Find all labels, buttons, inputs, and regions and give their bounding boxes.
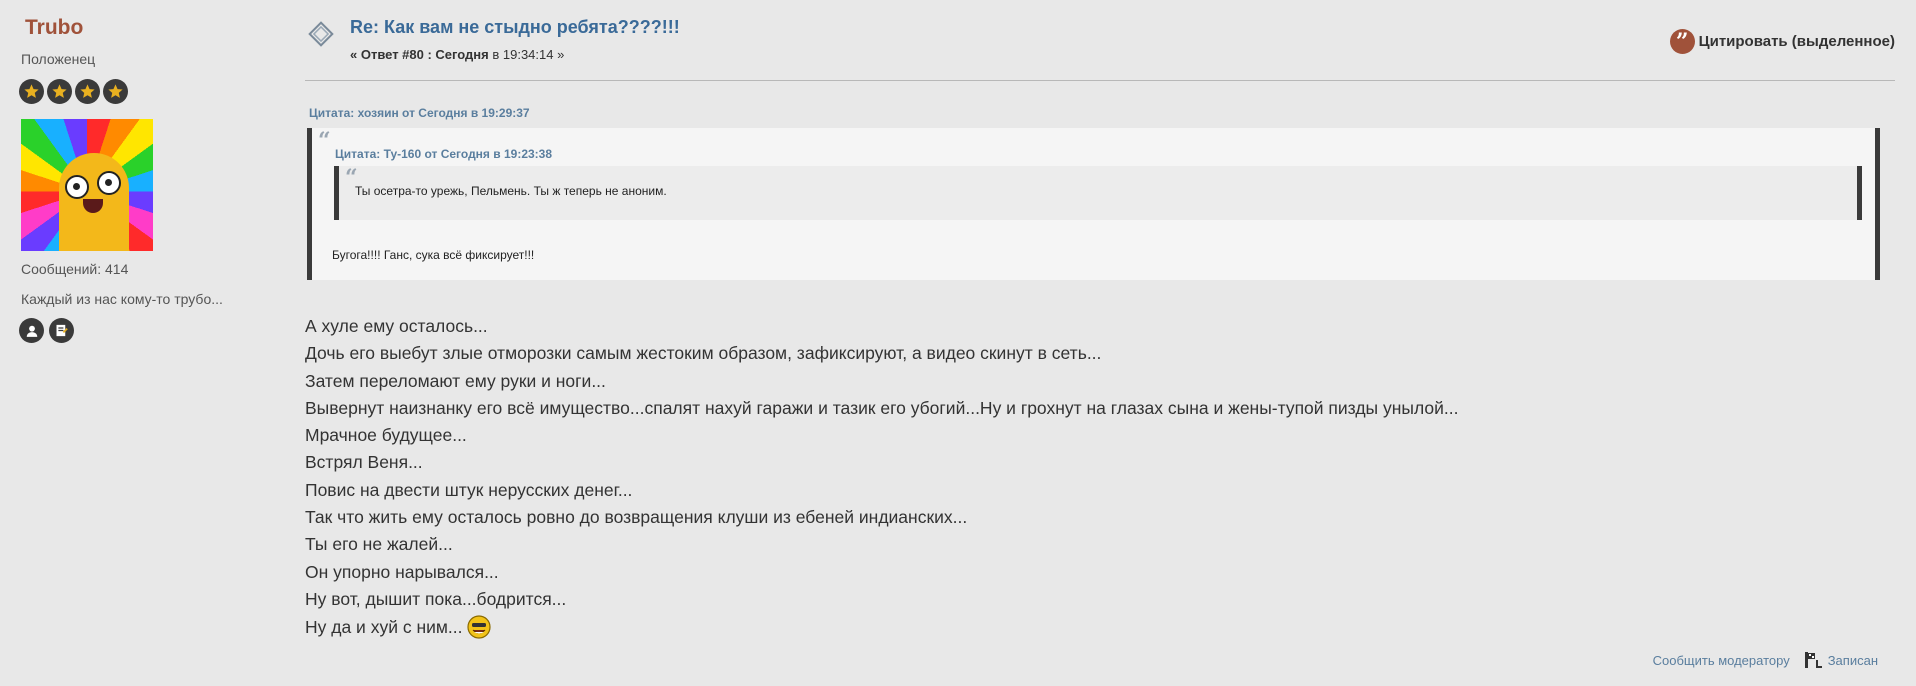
body-line: Ты его не жалей... xyxy=(305,534,453,555)
body-line: Дочь его выебут злые отморозки самым жес… xyxy=(305,343,1102,364)
quote-icon: ” xyxy=(1669,29,1695,54)
body-line: Повис на двести штук нерусских денег... xyxy=(305,479,633,500)
avatar xyxy=(21,119,153,251)
post-footer: Сообщить модератору Записан xyxy=(1653,651,1878,669)
smiley-icon xyxy=(466,613,492,639)
star-icon xyxy=(103,79,128,104)
post-count: Сообщений: 414 xyxy=(21,261,129,277)
post-title[interactable]: Re: Как вам не стыдно ребята????!!! xyxy=(350,17,680,38)
body-line: А хуле ему осталось... xyxy=(305,316,488,336)
outer-quote: “ Цитата: Ту-160 от Сегодня в 19:23:38 “… xyxy=(307,128,1880,280)
body-line-last: Ну да и хуй с ним... xyxy=(305,613,1458,641)
star-icon xyxy=(19,79,44,104)
body-line: Затем переломают ему руки и ноги... xyxy=(305,370,606,391)
report-to-moderator-link[interactable]: Сообщить модератору xyxy=(1653,653,1790,668)
divider xyxy=(305,80,1895,81)
avatar-eye xyxy=(97,171,121,195)
body-line: Он упорно нарывался... xyxy=(305,561,499,582)
logged-label: Записан xyxy=(1827,652,1878,668)
rank-stars xyxy=(19,79,128,104)
inner-quote-header[interactable]: Цитата: Ту-160 от Сегодня в 19:23:38 xyxy=(335,147,552,161)
body-line: Вывернут наизнанку его всё имущество...с… xyxy=(305,397,1459,418)
star-icon xyxy=(47,79,72,104)
body-line: Ну вот, дышит пока...бодрится... xyxy=(305,588,567,609)
personal-message-icon[interactable] xyxy=(49,318,74,343)
star-icon xyxy=(75,79,100,104)
poster-name[interactable]: Trubo xyxy=(25,16,83,40)
poster-sidebar: Trubo Положенец Сообщений: 414 Каждый из… xyxy=(0,0,290,686)
quote-button-label: Цитировать (выделенное) xyxy=(1698,33,1895,50)
inner-quote: “ Ты осетра-то урежь, Пельмень. Ты ж теп… xyxy=(334,166,1862,220)
quote-selected-button[interactable]: ” Цитировать (выделенное) xyxy=(1669,29,1895,54)
avatar-eye xyxy=(65,175,89,199)
post-time: в 19:34:14 » xyxy=(488,47,565,62)
body-line: Ну да и хуй с ним... xyxy=(305,617,463,638)
logged-ip-icon xyxy=(1804,651,1824,669)
outer-quote-text: Бугога!!!! Ганс, сука всё фиксирует!!! xyxy=(332,248,535,262)
body-line: Мрачное будущее... xyxy=(305,425,467,446)
poster-rank: Положенец xyxy=(21,51,96,67)
quote-mark-icon: “ xyxy=(318,128,331,154)
personal-text: Каждый из нас кому-то трубо... xyxy=(21,291,223,307)
profile-icons xyxy=(19,318,74,343)
body-line: Так что жить ему осталось ровно до возвр… xyxy=(305,507,968,528)
outer-quote-header[interactable]: Цитата: хозяин от Сегодня в 19:29:37 xyxy=(309,106,530,120)
profile-icon[interactable] xyxy=(19,318,44,343)
post-body: А хуле ему осталось... Дочь его выебут з… xyxy=(305,313,1458,642)
post-content: Re: Как вам не стыдно ребята????!!! « От… xyxy=(305,0,1900,686)
inner-quote-text: Ты осетра-то урежь, Пельмень. Ты ж тепер… xyxy=(355,184,667,198)
body-line: Встрял Веня... xyxy=(305,452,423,473)
reply-number[interactable]: « Ответ #80 : Сегодня xyxy=(350,47,489,62)
post-meta: « Ответ #80 : Сегодня в 19:34:14 » xyxy=(350,47,564,62)
topic-icon xyxy=(307,20,335,48)
